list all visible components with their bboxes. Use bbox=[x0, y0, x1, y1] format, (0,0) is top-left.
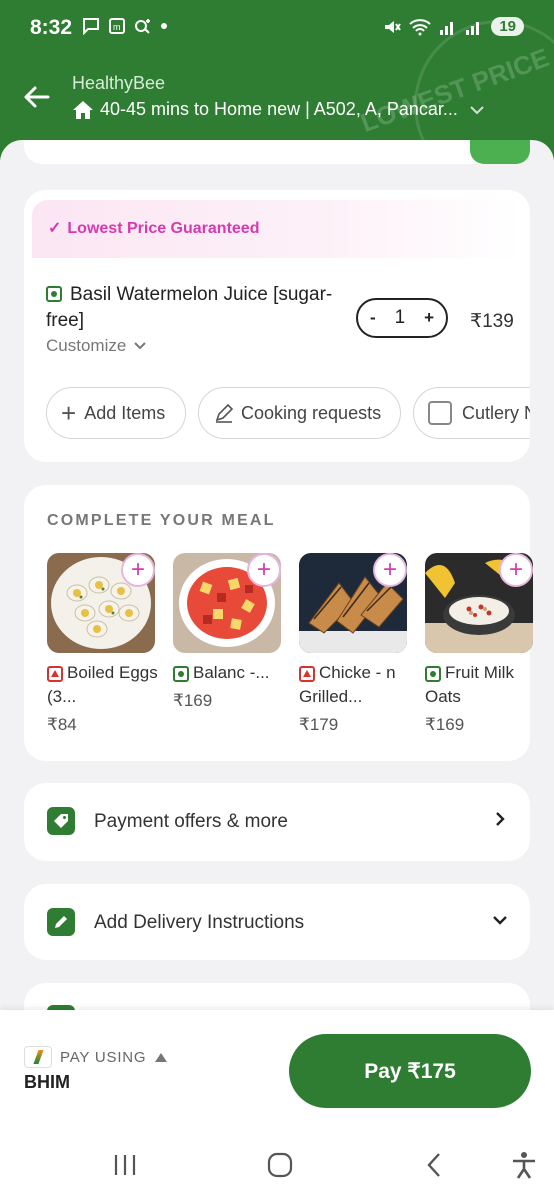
food-image: + bbox=[173, 553, 281, 653]
signal-icon-2 bbox=[466, 21, 480, 35]
veg-icon bbox=[425, 665, 441, 682]
home-icon bbox=[73, 100, 93, 119]
status-time: 8:32 bbox=[30, 16, 73, 39]
chevron-down-icon bbox=[493, 916, 507, 925]
status-bar: 8:32 m 19 bbox=[0, 0, 554, 58]
food-image: + bbox=[425, 553, 533, 653]
meal-item-price: ₹169 bbox=[425, 715, 465, 734]
delivery-address-selector[interactable]: 40-45 mins to Home new | A502, A, Pancar… bbox=[72, 99, 486, 120]
tag-icon bbox=[47, 807, 75, 835]
checkbox-icon bbox=[428, 401, 452, 425]
quantity-value: 1 bbox=[394, 307, 406, 328]
wifi-icon bbox=[409, 18, 431, 35]
message-icon bbox=[83, 18, 99, 35]
add-items-label: Add Items bbox=[84, 402, 166, 423]
dot-icon bbox=[161, 23, 167, 29]
nonveg-icon bbox=[299, 665, 315, 682]
cooking-requests-label: Cooking requests bbox=[241, 402, 382, 423]
add-to-cart-button[interactable]: + bbox=[373, 553, 407, 587]
meal-item-name: Balanc -... bbox=[193, 663, 270, 682]
meal-item-name: Boiled Eggs (3... bbox=[47, 663, 158, 706]
chevron-right-icon bbox=[496, 812, 505, 826]
lowest-price-banner: ✓ Lowest Price Guaranteed bbox=[32, 200, 522, 258]
add-to-cart-button[interactable]: + bbox=[247, 553, 281, 587]
promo-edge bbox=[470, 140, 530, 164]
lowest-price-label: Lowest Price Guaranteed bbox=[67, 220, 260, 237]
recent-apps-icon[interactable] bbox=[110, 1150, 140, 1180]
signal-icon-1 bbox=[440, 21, 454, 35]
back-arrow-icon[interactable] bbox=[22, 82, 52, 112]
cutlery-checkbox[interactable]: Cutlery N bbox=[413, 387, 530, 439]
meal-item[interactable]: + Fruit Milk Oats ₹169 bbox=[425, 553, 533, 735]
meal-item-price: ₹169 bbox=[173, 691, 213, 710]
payment-method: BHIM bbox=[24, 1072, 70, 1092]
delivery-info: 40-45 mins to Home new | A502, A, Pancar… bbox=[100, 99, 458, 119]
plus-icon: + bbox=[61, 398, 77, 428]
system-nav-bar bbox=[0, 1130, 554, 1200]
section-title: COMPLETE YOUR MEAL bbox=[47, 512, 276, 529]
food-image: + bbox=[47, 553, 155, 653]
veg-icon bbox=[173, 665, 189, 682]
item-price: ₹139 bbox=[470, 311, 514, 332]
meal-item[interactable]: + Balanc -... ₹169 bbox=[173, 553, 281, 711]
battery-indicator: 19 bbox=[491, 17, 524, 36]
delivery-instructions-row[interactable]: Add Delivery Instructions bbox=[24, 884, 530, 960]
add-to-cart-button[interactable]: + bbox=[121, 553, 155, 587]
meal-item-price: ₹179 bbox=[299, 715, 339, 734]
mute-icon bbox=[385, 20, 402, 33]
customize-label: Customize bbox=[46, 336, 127, 355]
cart-item-name: Basil Watermelon Juice [sugar-free] bbox=[46, 284, 333, 331]
app-header: LOWEST PRICE 8:32 m 19 HealthyBee 40-45 … bbox=[0, 0, 554, 160]
meal-item[interactable]: + Chicke - n Grilled... ₹179 bbox=[299, 553, 407, 735]
delivery-instructions-label: Add Delivery Instructions bbox=[94, 912, 305, 933]
cutlery-label: Cutlery N bbox=[462, 402, 530, 423]
add-to-cart-button[interactable]: + bbox=[499, 553, 533, 587]
svg-text:m: m bbox=[113, 22, 121, 32]
chevron-down-icon bbox=[470, 105, 484, 114]
complete-meal-card: COMPLETE YOUR MEAL + Boiled Eggs (3... ₹… bbox=[24, 485, 533, 761]
nonveg-icon bbox=[47, 665, 63, 682]
add-items-button[interactable]: + Add Items bbox=[46, 387, 186, 439]
payment-offers-row[interactable]: Payment offers & more bbox=[24, 783, 530, 861]
pay-using-label: PAY USING bbox=[60, 1048, 147, 1066]
meal-item[interactable]: + Boiled Eggs (3... ₹84 bbox=[47, 553, 158, 735]
home-button-icon[interactable] bbox=[265, 1150, 295, 1180]
cart-card: ✓ Lowest Price Guaranteed Basil Watermelo… bbox=[24, 190, 530, 462]
caret-up-icon bbox=[155, 1053, 168, 1062]
food-image: + bbox=[299, 553, 407, 653]
pay-using-selector[interactable]: PAY USING bbox=[24, 1046, 168, 1068]
accessibility-icon[interactable] bbox=[509, 1150, 539, 1180]
app-m-icon: m bbox=[109, 18, 125, 34]
pen-icon bbox=[215, 403, 234, 423]
increment-button[interactable]: + bbox=[424, 308, 434, 328]
back-button-icon[interactable] bbox=[420, 1150, 450, 1180]
customize-button[interactable]: Customize bbox=[46, 336, 148, 356]
check-icon: ✓ bbox=[48, 220, 62, 237]
assistant-icon bbox=[135, 19, 150, 34]
bhim-logo-icon bbox=[24, 1046, 52, 1068]
quantity-stepper[interactable]: - 1 + bbox=[356, 298, 448, 338]
chevron-down-icon bbox=[134, 342, 147, 350]
edit-icon bbox=[47, 908, 75, 936]
cooking-requests-button[interactable]: Cooking requests bbox=[198, 387, 401, 439]
previous-card-edge bbox=[24, 140, 530, 164]
pay-button[interactable]: Pay ₹175 bbox=[289, 1034, 531, 1108]
meal-item-price: ₹84 bbox=[47, 715, 77, 734]
store-name: HealthyBee bbox=[72, 73, 166, 93]
decrement-button[interactable]: - bbox=[370, 308, 376, 328]
payment-offers-label: Payment offers & more bbox=[94, 811, 288, 832]
